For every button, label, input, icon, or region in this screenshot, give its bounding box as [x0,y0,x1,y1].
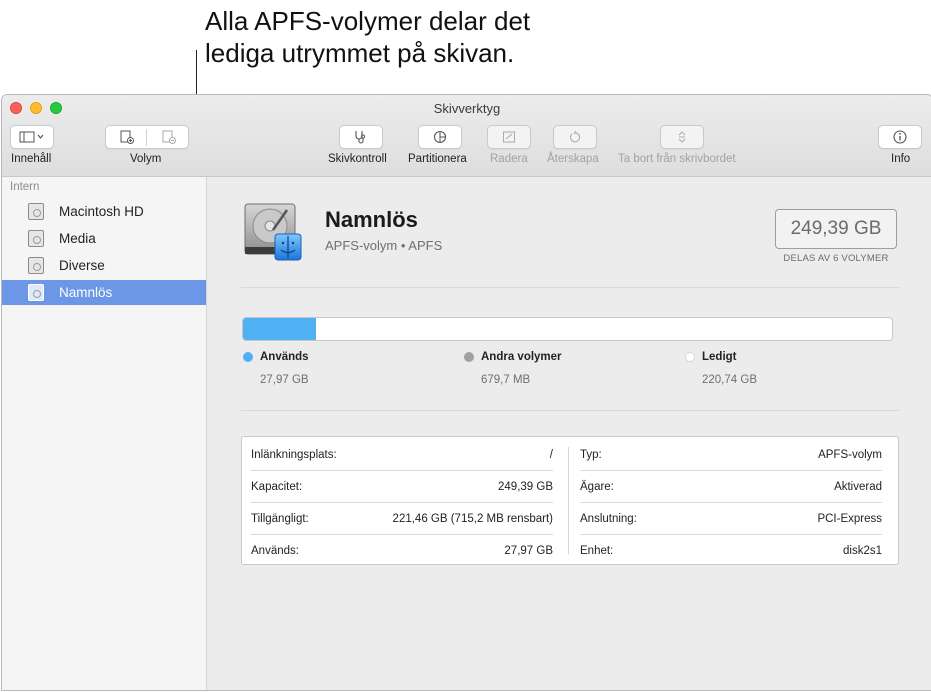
erase-button[interactable] [487,125,531,149]
info-label: Info [891,153,911,165]
volume-segmented-control[interactable] [105,125,189,149]
legend-used-dot [243,352,253,362]
first-aid-button[interactable] [339,125,383,149]
info-value: PCI-Express [817,513,882,525]
erase-disk-icon [503,131,515,143]
info-column-divider [568,447,569,554]
titlebar-toolbar: Skivverktyg Innehåll Volym Skivkontroll … [2,95,931,177]
partition-label: Partitionera [408,153,467,165]
unmount-button[interactable] [660,125,704,149]
info-key: Enhet: [580,545,614,557]
partition-button[interactable] [418,125,462,149]
eject-icon [678,131,686,143]
remove-volume-icon [162,130,176,144]
sidebar-item-label: Macintosh HD [59,204,144,219]
window-title: Skivverktyg [433,101,501,116]
sidebar-item-macintosh-hd[interactable]: Macintosh HD [2,199,206,224]
sidebar-icon [19,131,44,143]
legend-free-dot [685,352,695,362]
main-pane: Namnlös APFS-volym • APFS 249,39 GB DELA… [207,177,931,690]
legend-used-value: 27,97 GB [260,374,309,386]
sidebar: Intern Macintosh HD Media Diverse Namnlö… [2,177,207,690]
info-key: Ägare: [580,481,614,493]
hard-disk-icon [244,203,302,261]
volume-subtitle: APFS-volym • APFS [325,238,443,253]
info-icon [893,130,907,144]
shared-volumes-note: DELAS AV 6 VOLYMER [783,253,889,264]
volume-icon [28,257,44,274]
volume-size: 249,39 GB [775,209,897,249]
info-value: disk2s1 [843,545,882,557]
legend-free-name: Ledigt [702,351,737,363]
annotation-callout: Alla APFS-volymer delar det lediga utrym… [205,6,531,68]
info-row: Tillgängligt: 221,46 GB (715,2 MB rensba… [251,503,553,535]
unmount-label: Ta bort från skrivbordet [618,153,736,165]
info-row: Ägare: Aktiverad [580,471,882,503]
legend-other-value: 679,7 MB [481,374,531,386]
info-key: Tillgängligt: [251,513,309,525]
volume-label: Volym [130,153,162,165]
info-key: Anslutning: [580,513,637,525]
info-value: 221,46 GB (715,2 MB rensbart) [392,513,553,525]
divider [241,410,899,411]
info-key: Typ: [580,449,602,461]
sidebar-item-label: Diverse [59,258,105,273]
sidebar-item-diverse[interactable]: Diverse [2,253,206,278]
volume-icon [28,203,44,220]
legend-other-name: Andra volymer [481,351,562,363]
usage-bar-used [243,318,316,340]
sidebar-item-label: Media [59,231,96,246]
info-value: 27,97 GB [504,545,553,557]
volume-icon [28,284,44,301]
info-key: Används: [251,545,299,557]
segment-divider [146,129,147,146]
info-row: Inlänkningsplats: / [251,439,553,471]
remove-volume-button[interactable] [148,126,189,148]
info-row: Typ: APFS-volym [580,439,882,471]
info-key: Inlänkningsplats: [251,449,337,461]
usage-bar [242,317,893,341]
restore-icon [570,130,581,143]
info-row: Enhet: disk2s1 [580,535,882,566]
sidebar-section-internal: Intern [10,181,40,193]
volume-name: Namnlös [325,207,418,232]
info-button[interactable] [878,125,922,149]
info-key: Kapacitet: [251,481,303,493]
first-aid-label: Skivkontroll [328,153,387,165]
erase-label: Radera [490,153,528,165]
volume-icon [28,230,44,247]
divider [241,287,899,288]
sidebar-item-media[interactable]: Media [2,226,206,251]
info-value: / [549,449,553,461]
legend-free-value: 220,74 GB [702,374,757,386]
info-value: APFS-volym [818,449,882,461]
disk-utility-window: Skivverktyg Innehåll Volym Skivkontroll … [1,94,931,691]
restore-label: Återskapa [547,153,599,165]
info-row: Används: 27,97 GB [251,535,553,566]
view-label: Innehåll [11,153,52,165]
info-value: Aktiverad [834,481,882,493]
pie-chart-icon [433,130,447,144]
view-button[interactable] [10,125,54,149]
legend-used-name: Används [260,351,309,363]
info-row: Anslutning: PCI-Express [580,503,882,535]
sidebar-item-label: Namnlös [59,285,113,300]
legend-other-dot [464,352,474,362]
stethoscope-icon [355,131,366,144]
sidebar-item-namnlos[interactable]: Namnlös [2,280,206,305]
add-volume-button[interactable] [106,126,147,148]
info-value: 249,39 GB [498,481,553,493]
info-row: Kapacitet: 249,39 GB [251,471,553,503]
info-table: Inlänkningsplats: / Kapacitet: 249,39 GB… [241,436,899,565]
add-volume-icon [120,130,134,144]
restore-button[interactable] [553,125,597,149]
